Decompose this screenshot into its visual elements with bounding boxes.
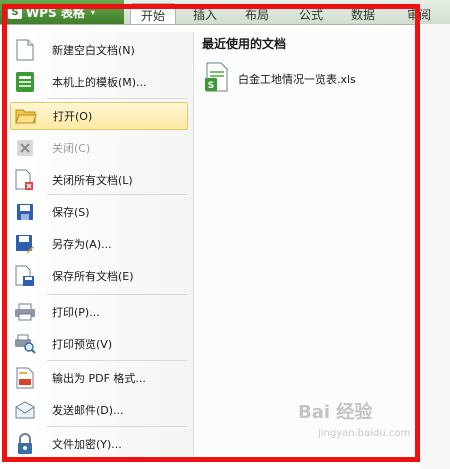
wps-logo-icon: S [8,5,22,19]
ribbon-bar: S WPS 表格 ▾ 开始 插入 布局 公式 数据 审阅 [0,0,450,25]
tab-insert[interactable]: 插入 [182,3,228,24]
menu-item-label: 发送邮件(D)... [52,404,124,417]
menu-item-export-pdf[interactable]: 输出为 PDF 格式... [10,364,188,392]
tab-home[interactable]: 开始 [130,3,176,24]
recent-file-item[interactable]: S 白金工地情况一览表.xls [204,62,356,95]
file-menu: 新建空白文档(N) 本机上的模板(M)... 打开(O) 关闭(C) 关闭所有文… [7,32,193,462]
email-icon [14,399,36,421]
tab-formula[interactable]: 公式 [288,3,334,24]
menu-item-template[interactable]: 本机上的模板(M)... [10,68,188,96]
menu-item-label: 打开(O) [53,110,93,123]
watermark: Bai 经验 [298,402,373,423]
menu-item-save-as[interactable]: 另存为(A)... [10,230,188,258]
menu-item-new[interactable]: 新建空白文档(N) [10,36,188,64]
menu-separator [47,194,187,195]
menu-item-close-all[interactable]: 关闭所有文档(L) [10,166,188,194]
new-document-icon [14,39,36,61]
menu-item-label: 另存为(A)... [52,238,112,251]
menu-item-label: 打印预览(V) [52,338,113,351]
menu-separator [47,426,187,427]
spreadsheet-file-icon: S [204,62,230,95]
menu-item-save-all[interactable]: 保存所有文档(E) [10,262,188,290]
lock-icon [14,433,36,455]
watermark-url: jingyan.baidu.com [318,428,411,439]
menu-separator [47,98,187,99]
app-menu-label: WPS 表格 [26,5,85,20]
menu-separator [47,360,187,361]
template-icon [14,71,36,93]
tab-layout[interactable]: 布局 [234,3,280,24]
menu-item-send-email[interactable]: 发送邮件(D)... [10,396,188,424]
menu-item-label: 输出为 PDF 格式... [52,372,146,385]
menu-item-label: 关闭(C) [52,142,91,155]
recent-file-name: 白金工地情况一览表.xls [238,72,356,86]
save-icon [14,201,36,223]
menu-item-save[interactable]: 保存(S) [10,198,188,226]
menu-item-print-preview[interactable]: 打印预览(V) [10,330,188,358]
tab-review[interactable]: 审阅 [396,3,442,24]
menu-item-label: 保存(S) [52,206,90,219]
open-folder-icon [15,105,37,127]
save-all-icon [14,265,36,287]
menu-item-label: 文件加密(Y)... [52,438,122,451]
app-menu-button[interactable]: S WPS 表格 ▾ [0,0,124,24]
pdf-export-icon [14,367,36,389]
menu-item-label: 打印(P)... [52,306,100,319]
tab-data[interactable]: 数据 [340,3,386,24]
chevron-down-icon: ▾ [90,7,95,17]
menu-item-print[interactable]: 打印(P)... [10,298,188,326]
window-edge [420,24,450,469]
menu-item-label: 保存所有文档(E) [52,270,134,283]
close-all-icon [14,169,36,191]
menu-item-label: 关闭所有文档(L) [52,174,133,187]
recent-documents-title: 最近使用的文档 [202,37,287,51]
menu-separator [47,294,187,295]
save-as-icon [14,233,36,255]
menu-item-open[interactable]: 打开(O) [10,102,188,130]
print-preview-icon [14,333,36,355]
menu-item-label: 本机上的模板(M)... [52,76,147,89]
svg-text:S: S [208,81,214,91]
menu-item-close[interactable]: 关闭(C) [10,134,188,162]
close-icon [14,137,36,159]
menu-item-label: 新建空白文档(N) [52,44,135,57]
print-icon [14,301,36,323]
menu-item-encrypt[interactable]: 文件加密(Y)... [10,430,188,458]
